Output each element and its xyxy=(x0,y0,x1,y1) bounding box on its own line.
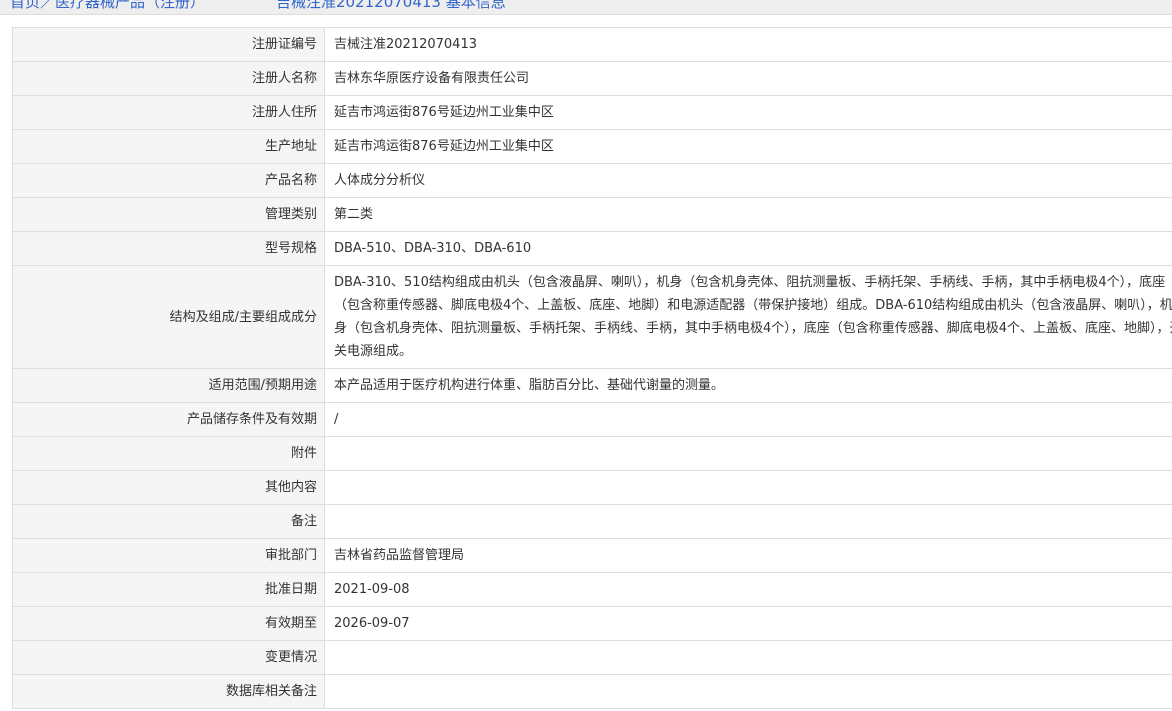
table-row-management-category: 管理类别 第二类 xyxy=(12,197,1172,232)
table-row-database-remarks: 数据库相关备注 xyxy=(12,674,1172,709)
row-value: 吉林东华原医疗设备有限责任公司 xyxy=(324,61,1172,96)
table-row-production-address: 生产地址 延吉市鸿运街876号延边州工业集中区 xyxy=(12,129,1172,164)
table-row-storage-validity: 产品储存条件及有效期 / xyxy=(12,402,1172,437)
table-row-product-name: 产品名称 人体成分分析仪 xyxy=(12,163,1172,198)
row-label: 产品名称 xyxy=(12,163,325,198)
table-row-valid-until: 有效期至 2026-09-07 xyxy=(12,606,1172,641)
row-value xyxy=(324,470,1172,505)
row-value: 2021-09-08 xyxy=(324,572,1172,607)
breadcrumb-bar: 首页／医疗器械产品（注册） 吉械注准20212070413 基本信息 xyxy=(0,0,1172,15)
row-value: 本产品适用于医疗机构进行体重、脂肪百分比、基础代谢量的测量。 xyxy=(324,368,1172,403)
table-row-remarks: 备注 xyxy=(12,504,1172,539)
table-row-other-content: 其他内容 xyxy=(12,470,1172,505)
table-row-change-status: 变更情况 xyxy=(12,640,1172,675)
row-value: 吉械注准20212070413 xyxy=(324,27,1172,62)
row-value xyxy=(324,640,1172,675)
row-label: 管理类别 xyxy=(12,197,325,232)
row-value: 人体成分分析仪 xyxy=(324,163,1172,198)
table-row-attachment: 附件 xyxy=(12,436,1172,471)
row-value: 延吉市鸿运街876号延边州工业集中区 xyxy=(324,129,1172,164)
row-value: 吉林省药品监督管理局 xyxy=(324,538,1172,573)
row-label: 批准日期 xyxy=(12,572,325,607)
row-label: 审批部门 xyxy=(12,538,325,573)
row-label: 结构及组成/主要组成成分 xyxy=(12,265,325,369)
row-value: DBA-510、DBA-310、DBA-610 xyxy=(324,231,1172,266)
row-label: 注册证编号 xyxy=(12,27,325,62)
row-value: / xyxy=(324,402,1172,437)
row-value: 延吉市鸿运街876号延边州工业集中区 xyxy=(324,95,1172,130)
row-value xyxy=(324,436,1172,471)
table-row-structure-composition: 结构及组成/主要组成成分 DBA-310、510结构组成由机头（包含液晶屏、喇叭… xyxy=(12,265,1172,369)
row-label: 注册人住所 xyxy=(12,95,325,130)
row-label: 备注 xyxy=(12,504,325,539)
row-value: 2026-09-07 xyxy=(324,606,1172,641)
row-value: DBA-310、510结构组成由机头（包含液晶屏、喇叭），机身（包含机身壳体、阻… xyxy=(324,265,1172,369)
row-label: 适用范围/预期用途 xyxy=(12,368,325,403)
row-label: 型号规格 xyxy=(12,231,325,266)
row-label: 其他内容 xyxy=(12,470,325,505)
breadcrumb[interactable]: 首页／医疗器械产品（注册） xyxy=(10,0,205,12)
row-label: 附件 xyxy=(12,436,325,471)
row-value xyxy=(324,674,1172,709)
row-label: 注册人名称 xyxy=(12,61,325,96)
table-row-model-spec: 型号规格 DBA-510、DBA-310、DBA-610 xyxy=(12,231,1172,266)
row-value xyxy=(324,504,1172,539)
table-row-intended-use: 适用范围/预期用途 本产品适用于医疗机构进行体重、脂肪百分比、基础代谢量的测量。 xyxy=(12,368,1172,403)
table-row-registrant-address: 注册人住所 延吉市鸿运街876号延边州工业集中区 xyxy=(12,95,1172,130)
detail-table: 注册证编号 吉械注准20212070413 注册人名称 吉林东华原医疗设备有限责… xyxy=(12,27,1172,709)
row-label: 变更情况 xyxy=(12,640,325,675)
row-label: 有效期至 xyxy=(12,606,325,641)
table-row-approval-date: 批准日期 2021-09-08 xyxy=(12,572,1172,607)
row-label: 生产地址 xyxy=(12,129,325,164)
table-row-registrant-name: 注册人名称 吉林东华原医疗设备有限责任公司 xyxy=(12,61,1172,96)
row-value: 第二类 xyxy=(324,197,1172,232)
row-label: 数据库相关备注 xyxy=(12,674,325,709)
table-row-approval-department: 审批部门 吉林省药品监督管理局 xyxy=(12,538,1172,573)
row-label: 产品储存条件及有效期 xyxy=(12,402,325,437)
page-title: 吉械注准20212070413 基本信息 xyxy=(276,0,506,11)
table-row-registration-number: 注册证编号 吉械注准20212070413 xyxy=(12,27,1172,62)
